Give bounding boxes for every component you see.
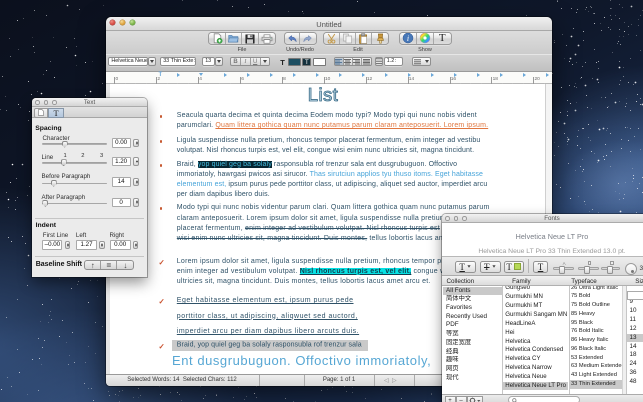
- svg-text:i: i: [407, 34, 409, 43]
